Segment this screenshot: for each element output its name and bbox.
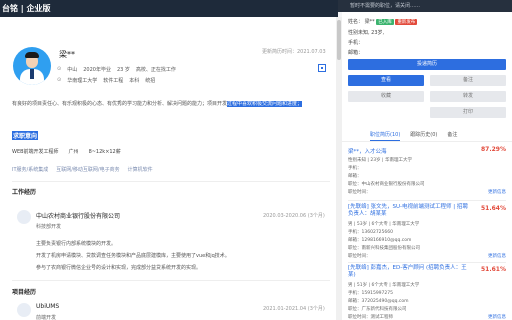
intent-row: WEB前端开发工程师 广州 8~12k×12薪 (12, 148, 121, 155)
school-icon: ⊙ (57, 77, 62, 83)
match-line: 手机： (348, 166, 362, 171)
work-start: 2020年毕业 (83, 67, 111, 73)
summary-highlight: 过程中喜欢积极交流问题和进度； (227, 101, 303, 107)
match-title[interactable]: [先联络] 彭嘉杰，ED-客户顾问 (招聘负责人：王某) (348, 265, 468, 279)
divider (12, 280, 330, 281)
top-bar: 台铭 | 企业版 (0, 0, 338, 17)
company-date: 2020.03-2020.06 (3个月) (263, 213, 325, 219)
note-button[interactable]: 备注 (430, 75, 506, 86)
match-title[interactable]: [先联络] 张文先，SU-电视前端测试工程师 | 招聘负责人：胡某某 (348, 204, 468, 218)
company-role: 科技部开发 (36, 224, 62, 230)
intent-title: 求职意向 (12, 131, 39, 140)
match-percent: 51.61% (481, 266, 506, 273)
project-icon (17, 303, 31, 317)
project-date: 2021.01-2021.04 (3个月) (263, 306, 325, 312)
tab-resume[interactable]: 职位简历(10) (370, 128, 401, 141)
school: 华南理工大学 (67, 78, 98, 84)
print-button[interactable]: 打印 (430, 107, 506, 118)
match-date: 职位时间：测试工程师 (348, 315, 393, 320)
invite-button[interactable]: 投递简历 (348, 59, 506, 70)
match-line: 职位：南新兴科技集团股份有限公司 (348, 246, 420, 251)
intent-tags: IT服务/系统集成 互联网/移动互联网/电子商务 计算机软件 (12, 166, 153, 173)
favorite-button[interactable]: 收藏 (348, 91, 424, 102)
work-title: 工作经历 (12, 189, 37, 196)
status-badge: 已入库 (376, 19, 394, 25)
right-panel: 姓名： 梁** 已入库 重新发布 性别未知, 23岁, 手机： 邮箱： 投递简历… (342, 12, 512, 320)
match-line: 邮箱： (348, 174, 362, 179)
job-desc-line: 主要负责银行内部系统模块的开发。 (36, 241, 117, 247)
match-line: 性别未知 | 23岁 | 华南理工大学 (348, 158, 412, 163)
match-percent: 87.29% (481, 146, 506, 153)
match-line: 手机：13602725660 (348, 230, 393, 235)
right-top-bar: 暂时不需要的职位，请关闭…… (338, 0, 512, 12)
forward-button[interactable]: 转发 (430, 91, 506, 102)
match-line: 职位：中山农村商业银行股份有限公司 (348, 182, 425, 187)
divider (348, 262, 506, 263)
degree: 本科 (129, 78, 140, 84)
rp-name: 梁** (364, 19, 375, 25)
rp-phone-label: 手机： (348, 40, 364, 46)
project-role: 前端开发 (36, 315, 57, 320)
intent-position: WEB前端开发工程师 (12, 149, 59, 155)
app-title: 台铭 | 企业版 (2, 4, 51, 13)
updated-time: 更新简历时间：2021.07.03 (262, 49, 326, 55)
education: 高校、正在找工作 (135, 67, 176, 73)
match-line: 邮箱：1298166910@qq.com (348, 238, 412, 243)
status: 统招 (145, 78, 156, 84)
tab-notes[interactable]: 备注 (447, 128, 457, 141)
project-title: 项目经历 (12, 289, 37, 296)
avatar (13, 47, 51, 85)
match-line: 男 | 51岁 | 6个大专 | 华南理工大学 (348, 283, 420, 288)
project-name: UbiUMS (36, 303, 60, 310)
rp-email-label: 邮箱： (348, 50, 364, 56)
more-link[interactable]: 更新信息 (488, 253, 506, 259)
qrcode-icon[interactable] (318, 64, 326, 72)
rp-tabs: 职位简历(10) 跟踪历史(0) 备注 (342, 128, 512, 142)
match-title[interactable]: 梁**，入才公海 (348, 147, 387, 155)
match-percent: 51.64% (481, 205, 506, 212)
match-line: 职位：广东新代科技有限公司 (348, 307, 407, 312)
job-desc-line: 参与了农商银行微信企业号的设计和实现，完成部分益贷系统开发的实现。 (36, 265, 202, 271)
intent-salary: 8~12k×12薪 (88, 149, 121, 155)
intent-city: 广州 (68, 149, 79, 155)
rp-info: 性别未知, 23岁, (348, 30, 385, 36)
intent-tag: IT服务/系统集成 (12, 167, 49, 173)
company-icon (17, 210, 31, 224)
info-row-1: ⊙ 中山 2020年毕业 23 岁 高校、正在找工作 (57, 66, 176, 73)
summary-text: 有良好的项目责任心、有乐观积极的心态、有优秀的学习能力和分析、解决问题的能力；项… (12, 101, 228, 107)
candidate-name: 梁** (59, 50, 75, 59)
match-line: 邮箱：372025490@qq.com (348, 299, 409, 304)
right-top-hint: 暂时不需要的职位，请关闭…… (350, 3, 421, 9)
view-button[interactable]: 查看 (348, 75, 424, 86)
divider (348, 200, 506, 201)
status-badge: 重新发布 (395, 19, 418, 25)
more-link[interactable]: 更新信息 (488, 314, 506, 320)
job-desc-line: 开发了机房申请模块、贷款调查任务模块和产品底层建模库，主要使用了vue和jq技术… (36, 253, 230, 259)
info-row-2: ⊙ 华南理工大学 软件工程 本科 统招 (57, 77, 155, 84)
job-description: 主要负责银行内部系统模块的开发。 开发了机房申请模块、贷款调查任务模块和产品底层… (36, 238, 326, 274)
major: 软件工程 (103, 78, 124, 84)
self-summary: 有良好的项目责任心、有乐观积极的心态、有优秀的学习能力和分析、解决问题的能力；项… (12, 99, 330, 110)
age: 23 岁 (116, 67, 130, 73)
location: 中山 (67, 67, 78, 73)
match-date: 职位时间： (348, 190, 371, 195)
location-icon: ⊙ (57, 66, 62, 72)
match-line: 手机：15915997275 (348, 291, 393, 296)
company-name: 中山农村商业银行股份有限公司 (36, 213, 121, 220)
match-line: 男 | 53岁 | 6个大专 | 华南理工大学 (348, 222, 420, 227)
rp-name-label: 姓名： (348, 19, 364, 25)
intent-tag: 互联网/移动互联网/电子商务 (56, 167, 120, 173)
tab-history[interactable]: 跟踪历史(0) (410, 128, 437, 141)
divider (12, 181, 330, 182)
intent-tag: 计算机软件 (127, 167, 153, 173)
more-link[interactable]: 更新信息 (488, 189, 506, 195)
match-date: 职位时间： (348, 254, 371, 259)
scrollbar-thumb[interactable] (337, 20, 341, 60)
